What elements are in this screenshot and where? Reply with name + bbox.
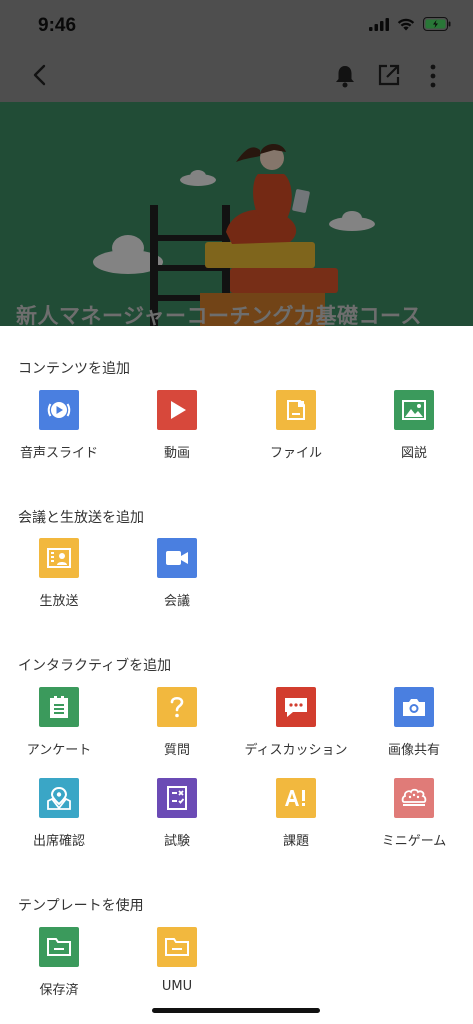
use-saved-template-button[interactable]: 保存済: [0, 927, 118, 1017]
tile-label: UMU: [161, 979, 193, 994]
add-live-broadcast-button[interactable]: 生放送: [0, 538, 118, 628]
add-content-sheet: コンテンツを追加 音声スライド 動画 ファイル 図説 会議と生放送を追加 生放送…: [0, 326, 473, 1024]
add-assignment-button[interactable]: 課題: [237, 778, 355, 868]
use-umu-template-button[interactable]: UMU: [118, 927, 236, 1017]
tile-label: 会議: [163, 594, 190, 609]
tile-label: 試験: [163, 834, 190, 849]
live-broadcast-icon: [39, 538, 79, 578]
status-time: 9:46: [38, 15, 77, 36]
signal-icon: [369, 17, 389, 31]
tile-label: 画像共有: [387, 743, 440, 758]
background-page: 9:46 新人マネージャーコーチング力基礎コース: [0, 0, 473, 326]
add-mini-game-button[interactable]: ミニゲーム: [355, 778, 473, 868]
audio-slide-icon: [39, 390, 79, 430]
section-title-content: コンテンツを追加: [18, 361, 130, 377]
assignment-icon: [276, 778, 316, 818]
image-icon: [394, 390, 434, 430]
home-indicator[interactable]: [152, 1008, 320, 1013]
add-discussion-button[interactable]: ディスカッション: [237, 687, 355, 777]
bell-icon[interactable]: [333, 63, 357, 89]
course-title: 新人マネージャーコーチング力基礎コース: [16, 304, 422, 326]
add-file-button[interactable]: ファイル: [237, 390, 355, 480]
tile-label: ミニゲーム: [381, 834, 447, 849]
nav-bar: [0, 50, 473, 102]
file-icon: [276, 390, 316, 430]
add-illustration-button[interactable]: 図説: [355, 390, 473, 480]
discussion-icon: [276, 687, 316, 727]
map-pin-icon: [39, 778, 79, 818]
add-exam-button[interactable]: 試験: [118, 778, 236, 868]
battery-icon: [423, 17, 451, 31]
add-attendance-button[interactable]: 出席確認: [0, 778, 118, 868]
wifi-icon: [397, 18, 415, 30]
back-icon[interactable]: [28, 62, 54, 88]
folder-icon: [157, 927, 197, 967]
survey-icon: [39, 687, 79, 727]
camera-icon: [394, 687, 434, 727]
add-video-button[interactable]: 動画: [118, 390, 236, 480]
folder-icon: [39, 927, 79, 967]
brain-icon: [394, 778, 434, 818]
course-banner: 新人マネージャーコーチング力基礎コース: [0, 102, 473, 326]
add-image-share-button[interactable]: 画像共有: [355, 687, 473, 777]
add-question-button[interactable]: 質問: [118, 687, 236, 777]
exam-icon: [157, 778, 197, 818]
add-survey-button[interactable]: アンケート: [0, 687, 118, 777]
section-title-interactive: インタラクティブを追加: [18, 658, 172, 674]
tile-label: 質問: [163, 743, 190, 758]
status-bar: 9:46: [0, 0, 473, 50]
banner-illustration: [0, 102, 473, 326]
section-title-template: テンプレートを使用: [18, 898, 144, 914]
add-meeting-button[interactable]: 会議: [118, 538, 236, 628]
video-play-icon: [157, 390, 197, 430]
status-icons: [369, 17, 451, 31]
open-external-icon[interactable]: [377, 63, 401, 87]
question-icon: [157, 687, 197, 727]
section-title-meeting: 会議と生放送を追加: [18, 510, 144, 526]
tile-label: 図説: [400, 446, 427, 461]
add-audio-slide-button[interactable]: 音声スライド: [0, 390, 118, 480]
more-vertical-icon[interactable]: [424, 63, 442, 89]
video-camera-icon: [157, 538, 197, 578]
tile-label: 動画: [163, 446, 190, 461]
